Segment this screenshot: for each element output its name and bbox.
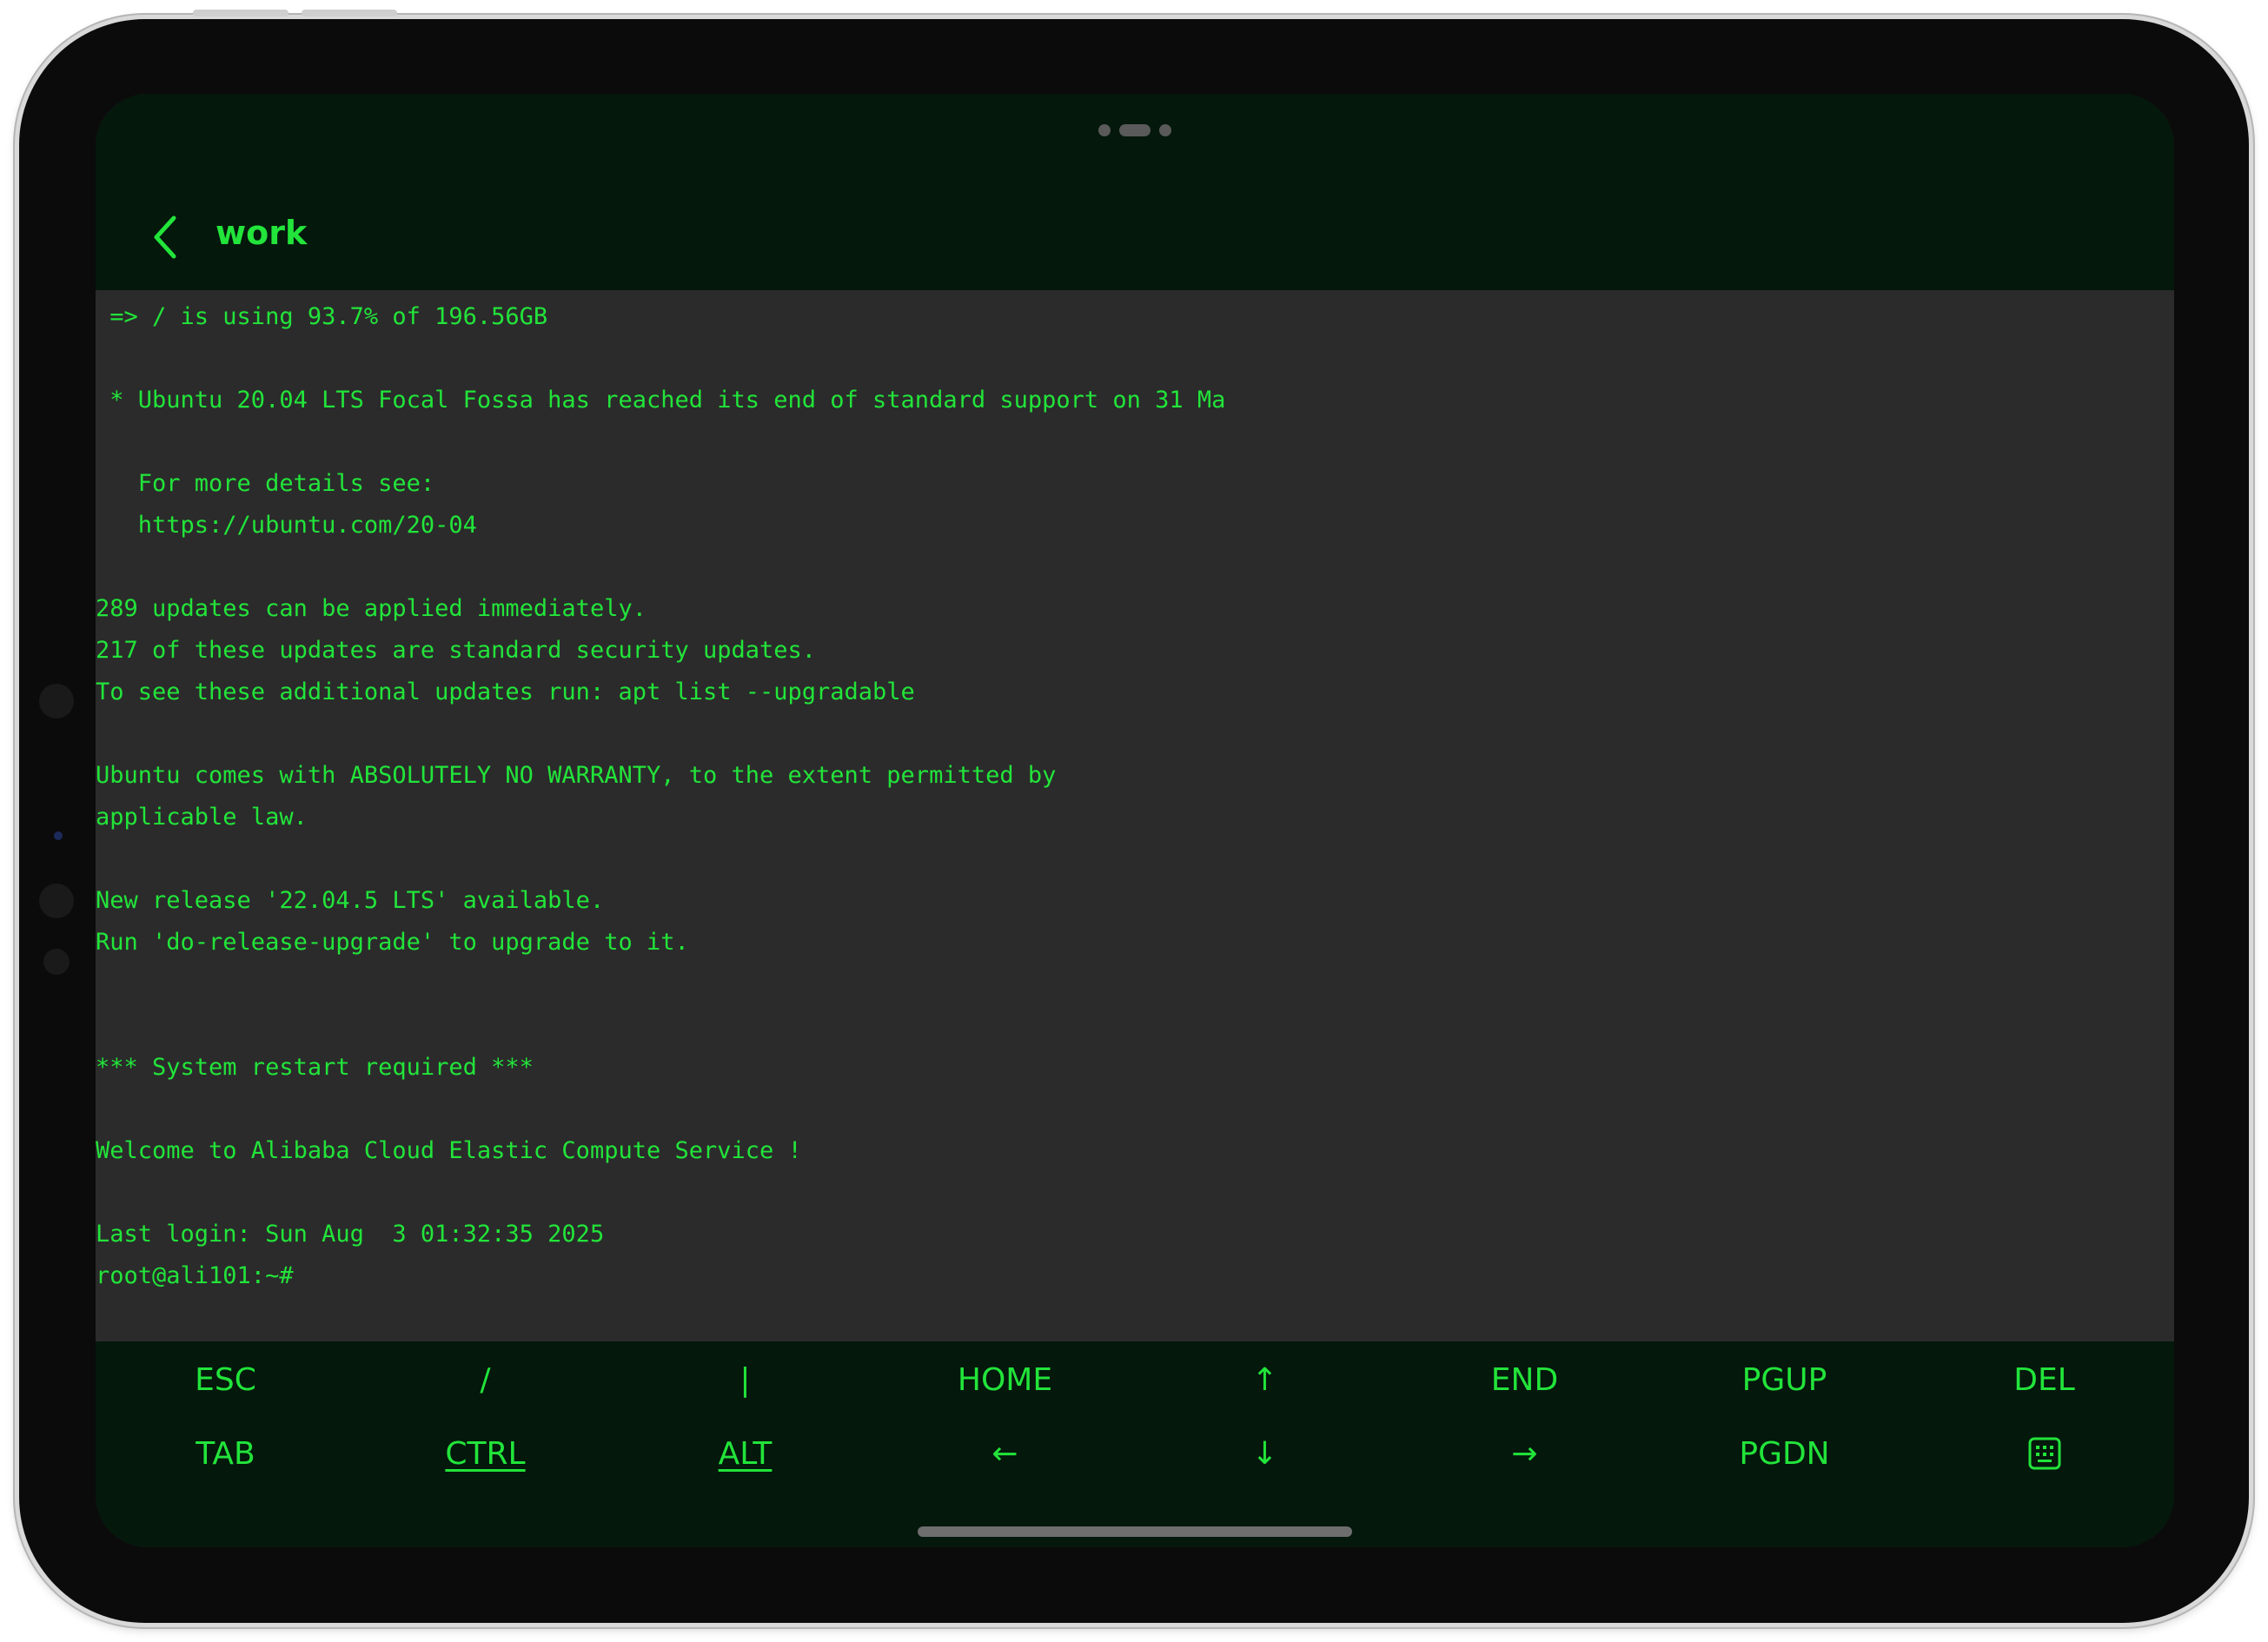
key-label: DEL bbox=[2013, 1361, 2075, 1398]
ctrl-key[interactable]: CTRL bbox=[355, 1419, 615, 1488]
pgdn-key[interactable]: PGDN bbox=[1655, 1419, 1914, 1488]
end-key[interactable]: END bbox=[1395, 1345, 1655, 1414]
multitask-dot bbox=[1098, 124, 1111, 136]
key-label: PGUP bbox=[1741, 1361, 1827, 1398]
multitask-dot bbox=[1119, 124, 1151, 136]
arrow-down-key[interactable]: ↓ bbox=[1135, 1419, 1395, 1488]
terminal-line: 217 of these updates are standard securi… bbox=[96, 637, 817, 664]
extra-keys-bar: ESC / | HOME ↑ END PGUP DEL TAB CTRL ALT… bbox=[96, 1341, 2174, 1547]
keyboard-toggle-button[interactable] bbox=[1914, 1419, 2174, 1488]
terminal-line: For more details see: bbox=[96, 470, 435, 497]
chevron-left-icon bbox=[154, 215, 176, 259]
keyboard-icon bbox=[2028, 1437, 2060, 1470]
key-label: | bbox=[739, 1361, 751, 1398]
key-label: ESC bbox=[195, 1361, 256, 1398]
page-title: work bbox=[216, 214, 308, 252]
terminal-line: Run 'do-release-upgrade' to upgrade to i… bbox=[96, 929, 689, 956]
tab-key[interactable]: TAB bbox=[96, 1419, 355, 1488]
key-label: TAB bbox=[196, 1435, 255, 1472]
key-label: ← bbox=[991, 1435, 1018, 1472]
multitask-dot bbox=[1159, 124, 1171, 136]
app-header: work bbox=[96, 94, 2174, 290]
volume-up-button bbox=[193, 10, 288, 17]
terminal-line: Last login: Sun Aug 3 01:32:35 2025 bbox=[96, 1221, 605, 1248]
terminal-line: New release '22.04.5 LTS' available. bbox=[96, 887, 605, 914]
terminal-line: *** System restart required *** bbox=[96, 1054, 534, 1081]
slash-key[interactable]: / bbox=[355, 1345, 615, 1414]
key-label: CTRL bbox=[445, 1435, 526, 1472]
home-indicator[interactable] bbox=[918, 1526, 1352, 1537]
key-label: END bbox=[1490, 1361, 1559, 1398]
key-label: ↓ bbox=[1251, 1435, 1278, 1472]
pgup-key[interactable]: PGUP bbox=[1655, 1345, 1914, 1414]
terminal-line: https://ubuntu.com/20-04 bbox=[96, 512, 477, 539]
esc-key[interactable]: ESC bbox=[96, 1345, 355, 1414]
camera-lens bbox=[54, 831, 63, 840]
key-label: HOME bbox=[957, 1361, 1053, 1398]
key-label: PGDN bbox=[1739, 1435, 1830, 1472]
app-screen: work => / is using 93.7% of 196.56GB * U… bbox=[96, 94, 2174, 1547]
key-label: → bbox=[1511, 1435, 1538, 1472]
terminal-line: * Ubuntu 20.04 LTS Focal Fossa has reach… bbox=[96, 387, 1226, 414]
volume-down-button bbox=[302, 10, 397, 17]
terminal-line: Ubuntu comes with ABSOLUTELY NO WARRANTY… bbox=[96, 762, 1057, 789]
key-label: ALT bbox=[718, 1435, 773, 1472]
terminal-line: => / is using 93.7% of 196.56GB bbox=[96, 303, 548, 330]
alt-key[interactable]: ALT bbox=[615, 1419, 875, 1488]
side-sensor bbox=[43, 949, 70, 975]
back-button[interactable] bbox=[139, 207, 191, 268]
terminal-line: applicable law. bbox=[96, 804, 308, 831]
arrow-right-key[interactable]: → bbox=[1395, 1419, 1655, 1488]
key-label: / bbox=[480, 1361, 491, 1398]
terminal-line: To see these additional updates run: apt… bbox=[96, 679, 915, 705]
terminal-line: 289 updates can be applied immediately. bbox=[96, 595, 647, 622]
key-label: ↑ bbox=[1251, 1361, 1278, 1398]
terminal-output[interactable]: => / is using 93.7% of 196.56GB * Ubuntu… bbox=[96, 290, 2174, 1341]
side-sensor bbox=[39, 684, 74, 718]
terminal-line: Welcome to Alibaba Cloud Elastic Compute… bbox=[96, 1137, 802, 1164]
pipe-key[interactable]: | bbox=[615, 1345, 875, 1414]
del-key[interactable]: DEL bbox=[1914, 1345, 2174, 1414]
multitasking-indicator[interactable] bbox=[1098, 124, 1171, 136]
home-key[interactable]: HOME bbox=[875, 1345, 1135, 1414]
arrow-left-key[interactable]: ← bbox=[875, 1419, 1135, 1488]
arrow-up-key[interactable]: ↑ bbox=[1135, 1345, 1395, 1414]
terminal-prompt[interactable]: root@ali101:~# bbox=[96, 1261, 294, 1291]
side-sensor bbox=[39, 884, 74, 918]
